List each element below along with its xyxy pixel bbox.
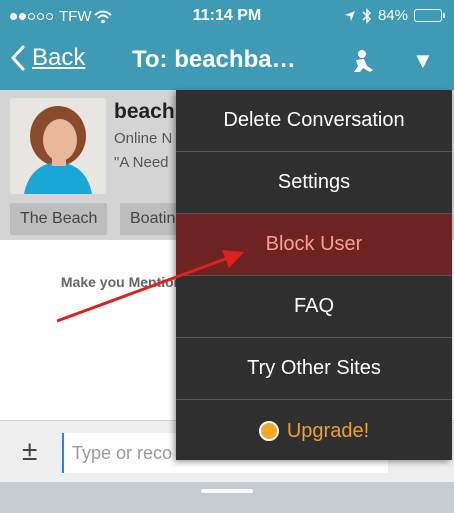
interest-tag[interactable]: The Beach (10, 203, 108, 235)
keyboard-top (0, 482, 454, 513)
avatar[interactable] (10, 98, 106, 194)
status-bar: TFW 11:14 PM 84% (0, 0, 454, 34)
avatar-photo (10, 98, 106, 194)
battery-percent: 84% (377, 7, 408, 24)
dropdown-menu: Delete Conversation Settings Block User … (176, 90, 452, 460)
upgrade-label: Upgrade! (286, 419, 370, 442)
profile-quote: "A Need (114, 154, 169, 171)
back-label: Back (32, 44, 86, 71)
status-right: 84% (344, 7, 445, 24)
conversation-title: To: beachba… (132, 46, 296, 73)
profile-name: beach (114, 100, 175, 123)
attach-button[interactable]: ± (22, 435, 37, 467)
menu-item-upgrade[interactable]: Upgrade! (176, 400, 452, 462)
battery-icon (414, 9, 445, 22)
drag-handle[interactable] (201, 489, 253, 493)
chevron-left-icon (11, 45, 25, 71)
menu-caret-icon[interactable]: ▼ (412, 48, 434, 74)
back-button[interactable]: Back (10, 44, 85, 72)
menu-item-faq[interactable]: FAQ (176, 276, 452, 338)
menu-item-delete-conversation[interactable]: Delete Conversation (176, 90, 452, 152)
menu-item-settings[interactable]: Settings (176, 152, 452, 214)
upgrade-icon (258, 421, 279, 441)
profile-status: Online N (114, 130, 173, 147)
location-arrow-icon (344, 10, 355, 21)
menu-item-try-other-sites[interactable]: Try Other Sites (176, 338, 452, 400)
navigation-bar: Back To: beachba… ▼ (0, 34, 454, 90)
bluetooth-icon (362, 7, 372, 24)
menu-item-block-user[interactable]: Block User (176, 214, 452, 276)
person-icon[interactable] (350, 48, 376, 74)
